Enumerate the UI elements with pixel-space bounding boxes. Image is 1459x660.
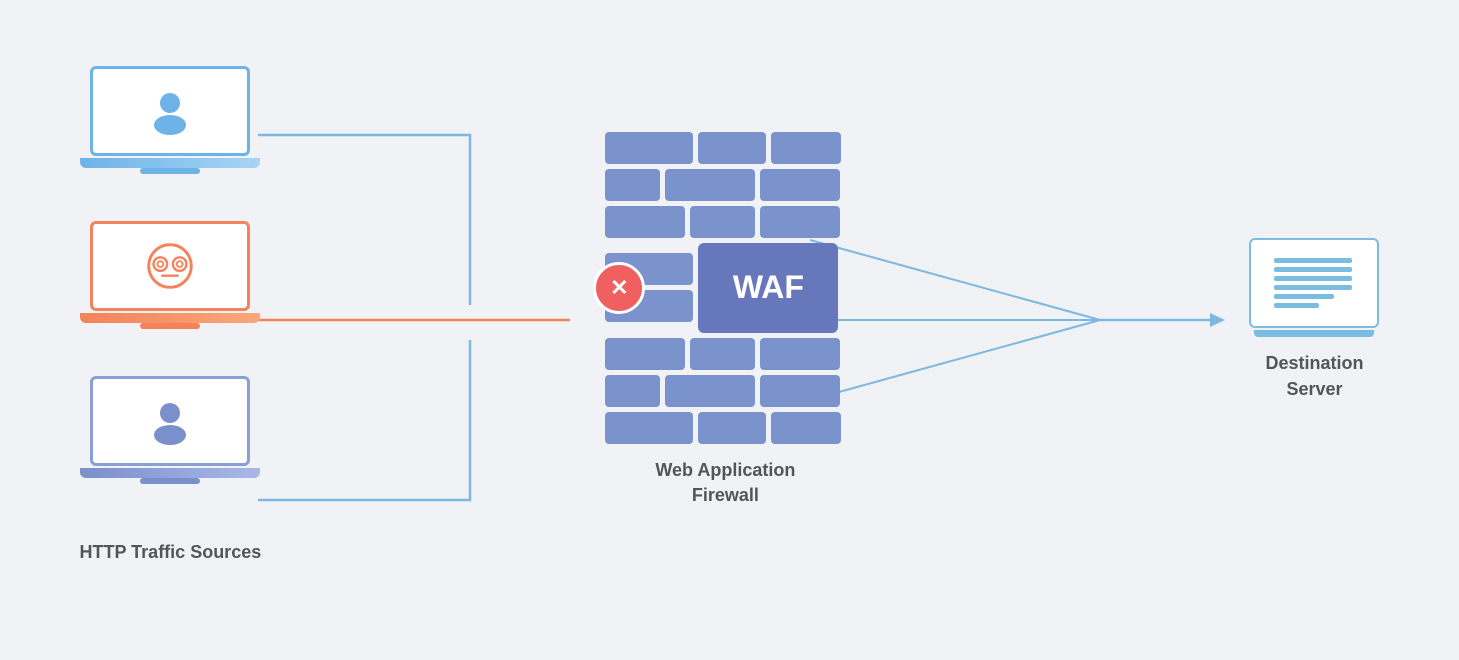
laptop-normal-top [90, 66, 250, 181]
sources-label: HTTP Traffic Sources [80, 541, 262, 564]
laptop-normal-bottom [90, 376, 250, 491]
brick [605, 412, 693, 444]
brick [665, 375, 755, 407]
brick-row-5 [605, 375, 845, 407]
server-lines [1274, 258, 1354, 308]
attacker-icon [141, 237, 199, 295]
brick [690, 206, 755, 238]
server-line-6 [1274, 303, 1319, 308]
brick-grid-top [605, 132, 845, 238]
waf-diagram: HTTP Traffic Sources [80, 40, 1380, 620]
server-base [1254, 330, 1374, 337]
server-line-4 [1274, 285, 1352, 290]
laptop-foot-bottom [140, 478, 200, 484]
brick [605, 132, 693, 164]
brick-grid-bottom [605, 338, 845, 444]
brick [698, 412, 766, 444]
laptop-base-bottom [80, 468, 260, 478]
brick [760, 338, 840, 370]
brick [605, 169, 660, 201]
destination-label: DestinationServer [1265, 351, 1363, 401]
brick [760, 169, 840, 201]
waf-structure: WAF ✕ [605, 132, 845, 444]
laptop-screen-attacker [90, 221, 250, 311]
user-icon [144, 85, 196, 137]
waf-main-block: WAF [698, 243, 838, 333]
brick [698, 132, 766, 164]
brick-row-3 [605, 206, 845, 238]
waf-column: WAF ✕ [605, 132, 845, 508]
laptop-base-attacker [80, 313, 260, 323]
server-line-2 [1274, 267, 1352, 272]
server-line-3 [1274, 276, 1352, 281]
server-icon [1249, 238, 1379, 328]
laptop-screen [90, 66, 250, 156]
brick [665, 169, 755, 201]
laptop-foot-attacker [140, 323, 200, 329]
brick [605, 375, 660, 407]
brick-row-6 [605, 412, 845, 444]
user-icon-bottom [144, 395, 196, 447]
destination-column: DestinationServer [1249, 238, 1379, 401]
brick [760, 375, 840, 407]
laptop-foot [140, 168, 200, 174]
waf-text: WAF [733, 269, 804, 306]
brick [690, 338, 755, 370]
laptop-attacker [90, 221, 250, 336]
brick [605, 206, 685, 238]
waf-label: Web ApplicationFirewall [655, 458, 795, 508]
brick [605, 338, 685, 370]
laptop-base [80, 158, 260, 168]
brick-row-2 [605, 169, 845, 201]
brick-row-4 [605, 338, 845, 370]
laptop-screen-bottom [90, 376, 250, 466]
brick [771, 132, 841, 164]
brick-row-1 [605, 132, 845, 164]
block-x-icon: ✕ [610, 277, 628, 299]
block-circle: ✕ [593, 262, 645, 314]
sources-column: HTTP Traffic Sources [80, 66, 262, 564]
brick [760, 206, 840, 238]
brick [771, 412, 841, 444]
server-line-5 [1274, 294, 1334, 299]
server-line-1 [1274, 258, 1352, 263]
